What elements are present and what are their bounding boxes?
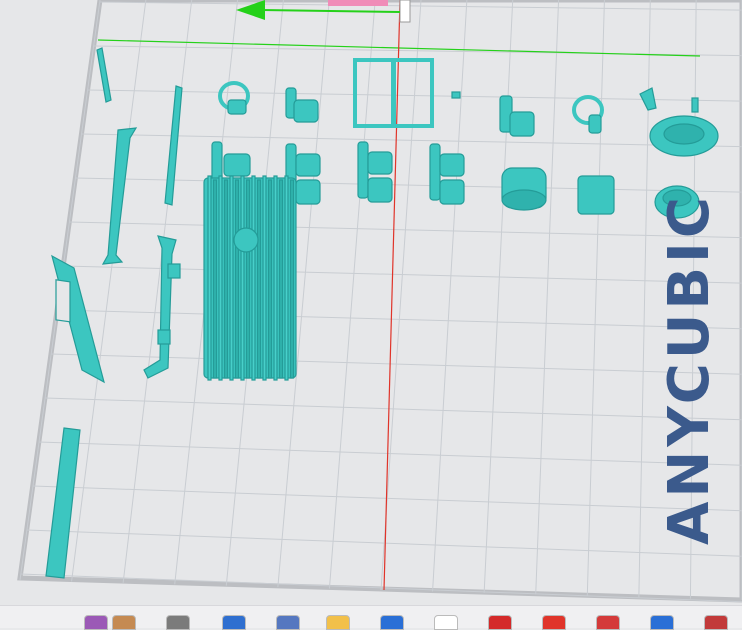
taskbar-folder[interactable] [326,615,350,630]
taskbar-app-7[interactable] [542,615,566,630]
tire[interactable] [649,115,719,157]
gizmo-handle[interactable] [328,0,388,6]
bellows-fold [284,175,289,381]
bellows-fold [251,175,256,381]
handrail-bracket-2[interactable] [157,329,171,345]
bellows-fold [289,179,295,379]
build-plate-scene[interactable]: ANYCUBIC [0,0,742,605]
taskbar-store[interactable] [380,615,404,630]
taskbar-app-8[interactable] [596,615,620,630]
taskbar-file[interactable] [434,615,458,630]
gizmo-box[interactable] [399,0,411,23]
bellows-fold [218,175,223,381]
mirror-stub[interactable] [691,97,699,113]
taskbar-app-6[interactable] [488,615,512,630]
flat-plate[interactable] [577,175,615,215]
taskbar-app-9[interactable] [650,615,674,630]
taskbar-app-5[interactable] [276,615,300,630]
bellows-fold [245,179,251,379]
taskbar-app-1[interactable] [84,615,108,630]
3d-viewport[interactable]: ANYCUBIC [0,0,742,605]
bellows-fold [207,175,212,381]
bellows-fold [273,175,278,381]
bellows-fold [212,179,218,379]
bellows-fold [229,175,234,381]
taskbar-app-3[interactable] [166,615,190,630]
bellows-fold [240,175,245,381]
taskbar-app-10[interactable] [704,615,728,630]
bellows-fold [234,179,240,379]
bellows-fold [267,179,273,379]
bellows-fold [256,179,262,379]
bellows-hub [233,227,259,253]
build-plate [17,0,742,603]
taskbar-app-2[interactable] [112,615,136,630]
small-peg[interactable] [451,91,461,99]
handrail-bracket[interactable] [167,263,181,279]
bellows[interactable] [203,175,297,381]
taskbar-app-4[interactable] [222,615,246,630]
taskbar [0,605,742,630]
bellows-fold [278,179,284,379]
drum[interactable] [501,167,547,211]
brand-watermark: ANYCUBIC [657,193,722,545]
bellows-fold [262,175,267,381]
bellows-fold [223,179,229,379]
